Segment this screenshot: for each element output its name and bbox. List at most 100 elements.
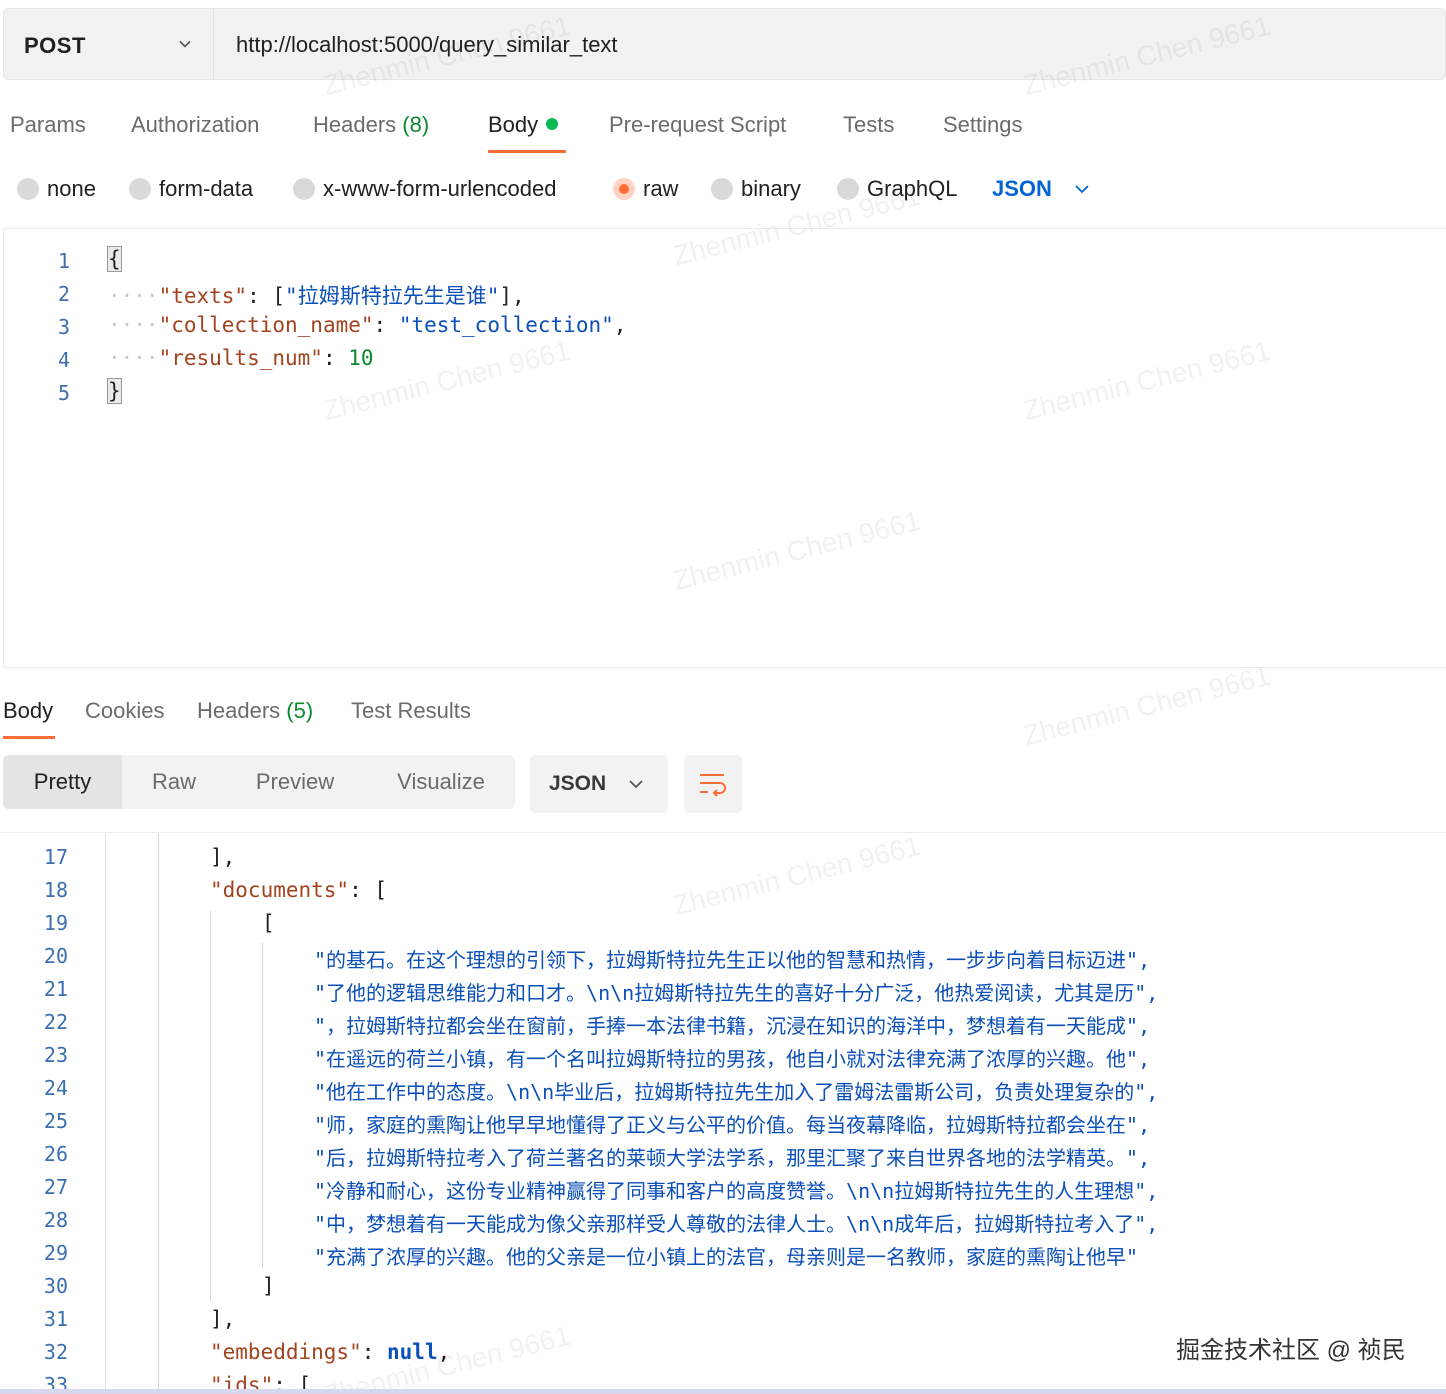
language-label: JSON [992, 176, 1052, 201]
code-line: } [107, 378, 122, 404]
radio-circle [711, 178, 733, 200]
view-preview-button[interactable]: Preview [239, 755, 351, 809]
tab-response-headers-label: Headers [197, 698, 281, 723]
document-string: "在遥远的荷兰小镇，有一个名叫拉姆斯特拉的男孩，他自小就对法律充满了浓厚的兴趣。… [314, 1047, 1151, 1071]
radio-urlencoded[interactable]: x-www-form-urlencoded [293, 176, 557, 202]
wrap-lines-button[interactable] [684, 755, 742, 813]
method-selector[interactable]: POST [4, 9, 214, 79]
response-body-viewer[interactable]: 17 18 19 20 21 22 23 24 25 26 27 28 29 3… [0, 832, 1446, 1394]
line-number: 1 [57, 249, 70, 273]
radio-circle [17, 178, 39, 200]
tab-body[interactable]: Body [488, 112, 559, 138]
document-string: "，拉姆斯特拉都会坐在窗前，手捧一本法律书籍，沉浸在知识的海洋中，梦想着有一天能… [314, 1014, 1151, 1038]
document-string: "中，梦想着有一天能成为像父亲那样受人尊敬的法律人士。\n\n成年后，拉姆斯特拉… [314, 1212, 1159, 1236]
bottom-edge [0, 1389, 1446, 1394]
method-label: POST [24, 33, 86, 58]
line-number: 32 [43, 1340, 68, 1364]
line-number: 18 [43, 878, 68, 902]
line-number: 3 [57, 315, 70, 339]
document-string: "后，拉姆斯特拉考入了荷兰著名的莱顿大学法学系，那里汇聚了来自世界各地的法学精英… [314, 1146, 1151, 1170]
line-number: 19 [43, 911, 68, 935]
tab-headers-count: (8) [402, 112, 430, 137]
url-input[interactable]: http://localhost:5000/query_similar_text [236, 32, 618, 58]
tab-prerequest-script[interactable]: Pre-request Script [609, 112, 786, 138]
code-line: ] [262, 1274, 275, 1298]
tab-response-headers[interactable]: Headers (5) [197, 698, 313, 724]
view-visualize-button[interactable]: Visualize [383, 755, 499, 809]
code-line: "documents": [ [210, 878, 387, 902]
tab-body-label: Body [488, 112, 539, 137]
line-number: 23 [43, 1043, 68, 1067]
tab-response-body[interactable]: Body [3, 698, 53, 724]
tab-response-headers-count: (5) [286, 698, 314, 723]
radio-form-data[interactable]: form-data [129, 176, 253, 202]
radio-urlencoded-label: x-www-form-urlencoded [323, 176, 557, 201]
json-punct: , [437, 1340, 451, 1364]
line-number: 31 [43, 1307, 68, 1331]
line-number: 24 [43, 1076, 68, 1100]
tab-settings[interactable]: Settings [943, 112, 1023, 138]
tab-cookies[interactable]: Cookies [85, 698, 164, 724]
active-tab-indicator [488, 150, 566, 153]
close-brace: } [107, 378, 122, 404]
line-number: 5 [57, 381, 70, 405]
response-format-selector[interactable]: JSON [530, 755, 668, 813]
tab-headers[interactable]: Headers (8) [313, 112, 429, 138]
line-number: 26 [43, 1142, 68, 1166]
document-string: "师，家庭的熏陶让他早早地懂得了正义与公平的价值。每当夜幕降临，拉姆斯特拉都会坐… [314, 1113, 1151, 1137]
line-number: 27 [43, 1175, 68, 1199]
code-line: ····"texts": ["拉姆斯特拉先生是谁"], [108, 284, 525, 308]
tab-authorization[interactable]: Authorization [131, 112, 259, 138]
view-pretty-button[interactable]: Pretty [3, 755, 122, 809]
radio-form-data-label: form-data [159, 176, 254, 201]
line-number: 30 [43, 1274, 68, 1298]
indent-guide [262, 943, 263, 1268]
chevron-down-icon [179, 40, 191, 48]
request-body-editor[interactable]: 1 2 3 4 5 { ····"texts": ["拉姆斯特拉先生是谁"], … [3, 228, 1446, 668]
json-key: "documents" [210, 878, 350, 902]
document-string: "的基石。在这个理想的引领下，拉姆斯特拉先生正以他的智慧和热情，一步步向着目标迈… [314, 948, 1151, 972]
line-number: 21 [43, 977, 68, 1001]
open-brace: { [107, 246, 122, 272]
document-string: "充满了浓厚的兴趣。他的父亲是一位小镇上的法官，母亲则是一名教师，家庭的熏陶让他… [314, 1245, 1139, 1269]
radio-none[interactable]: none [17, 176, 96, 202]
radio-circle [837, 178, 859, 200]
radio-circle-selected [613, 178, 635, 200]
indent-guide [158, 833, 159, 1394]
radio-binary[interactable]: binary [711, 176, 801, 202]
code-line: "embeddings": null, [210, 1340, 450, 1364]
line-number: 17 [43, 845, 68, 869]
document-string: "冷静和耐心，这份专业精神赢得了同事和客户的高度赞誉。\n\n拉姆斯特拉先生的人… [314, 1179, 1159, 1203]
indent-guide [210, 911, 211, 1301]
response-format-label: JSON [549, 772, 607, 795]
active-tab-indicator [3, 736, 55, 739]
json-number: 10 [348, 346, 374, 370]
json-punct: : [ [349, 878, 388, 902]
chevron-down-icon [629, 780, 643, 789]
tab-params[interactable]: Params [10, 112, 86, 138]
language-selector[interactable]: JSON [992, 176, 1090, 202]
line-number: 29 [43, 1241, 68, 1265]
tab-test-results[interactable]: Test Results [351, 698, 471, 724]
line-number: 20 [43, 944, 68, 968]
radio-raw-label: raw [643, 176, 679, 201]
json-string: "拉姆斯特拉先生是谁" [285, 284, 500, 308]
tab-tests[interactable]: Tests [843, 112, 894, 138]
line-number: 22 [43, 1010, 68, 1034]
document-string: "了他的逻辑思维能力和口才。\n\n拉姆斯特拉先生的喜好十分广泛，他热爱阅读，尤… [314, 981, 1159, 1005]
gutter-divider [105, 833, 106, 1394]
json-bracket: ], [499, 284, 525, 308]
radio-raw[interactable]: raw [613, 176, 678, 202]
request-tabs: Params Authorization Headers (8) Body Pr… [0, 100, 1446, 160]
code-line: { [107, 246, 122, 272]
json-key: "embeddings" [210, 1340, 362, 1364]
code-line: ····"results_num": 10 [108, 346, 374, 370]
json-null: null [387, 1340, 438, 1364]
json-bracket: [ [272, 284, 286, 308]
view-raw-button[interactable]: Raw [122, 755, 226, 809]
document-string: "他在工作中的态度。\n\n毕业后，拉姆斯特拉先生加入了雷姆法雷斯公司，负责处理… [314, 1080, 1159, 1104]
body-type-options: none form-data x-www-form-urlencoded raw… [0, 168, 1446, 212]
footer-credit: 掘金技术社区 @ 祯民 [1176, 1337, 1406, 1364]
wrap-lines-icon [700, 774, 726, 797]
radio-graphql[interactable]: GraphQL [837, 176, 958, 202]
